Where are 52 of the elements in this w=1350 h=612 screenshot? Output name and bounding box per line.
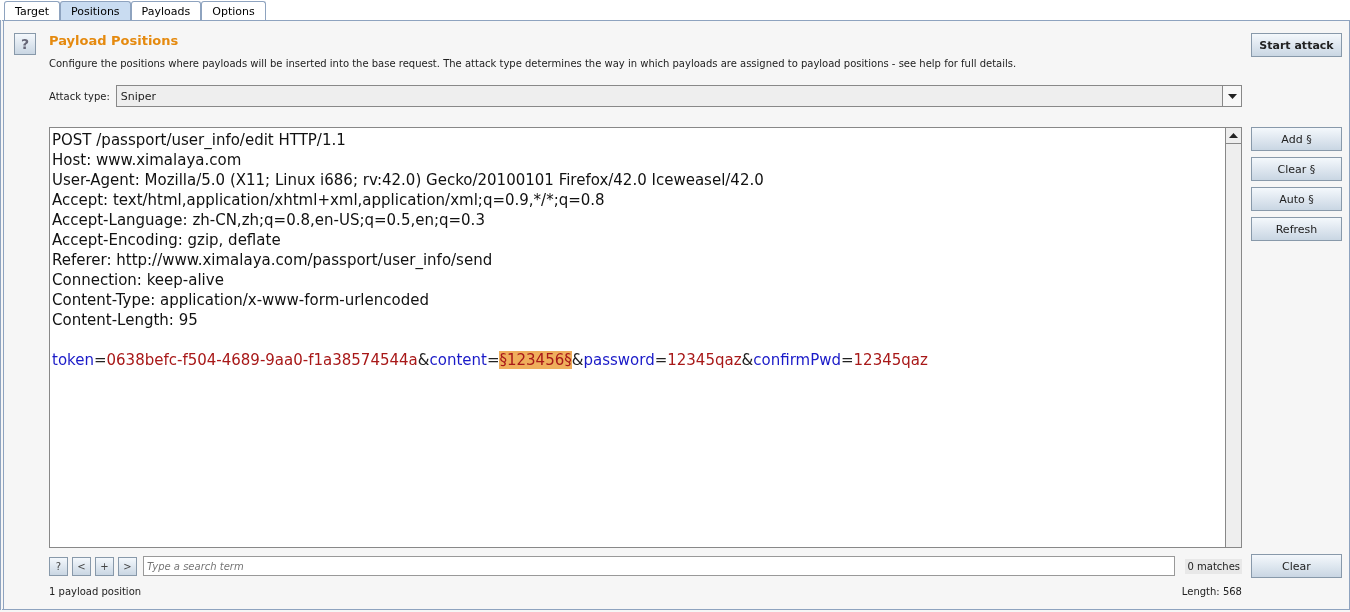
- side-button[interactable]: Auto §: [1251, 187, 1342, 211]
- request-line: POST /passport/user_info/edit HTTP/1.1: [52, 130, 346, 150]
- request-line: Referer: http://www.ximalaya.com/passport/user_info/send: [52, 250, 493, 270]
- start-attack-button[interactable]: Start attack: [1251, 33, 1342, 57]
- side-button[interactable]: Add §: [1251, 127, 1342, 151]
- request-line: Connection: keep-alive: [52, 270, 224, 290]
- request-line: User-Agent: Mozilla/5.0 (X11; Linux i686; rv:42.0) Gecko/20100101 Firefox/42.0 Iceweasel/42.0: [52, 170, 764, 190]
- scroll-up-icon: [1229, 133, 1238, 138]
- match-count: 0 matches: [1185, 558, 1242, 574]
- separator: &: [417, 351, 430, 369]
- search-nav-button[interactable]: >: [118, 556, 137, 576]
- param-name: token: [52, 351, 94, 369]
- description: Configure the positions where payloads will be inserted into the base request. The attack type determines the way in which payloads are assigned to payload positions - see help for full details.: [49, 58, 1018, 69]
- param-name: content: [429, 351, 487, 369]
- separator: &: [571, 351, 584, 369]
- search-nav-button[interactable]: <: [72, 556, 91, 576]
- request-line: Accept-Language: zh-CN,zh;q=0.8,en-US;q=0.5,en;q=0.3: [52, 210, 485, 230]
- separator: =: [93, 351, 107, 369]
- attack-type-dropdown[interactable]: Sniper: [115, 85, 1242, 107]
- request-line: Content-Type: application/x-www-form-urlencoded: [52, 290, 429, 310]
- tab[interactable]: Positions: [60, 1, 131, 20]
- length-label: Length: 568: [1181, 585, 1242, 597]
- param-value: 0638befc-f504-4689-9aa0-f1a38574544a: [106, 351, 418, 369]
- scrollbar[interactable]: [1225, 128, 1241, 547]
- separator: &: [741, 351, 754, 369]
- search-nav-button[interactable]: +: [95, 556, 114, 576]
- section-title: Payload Positions: [49, 33, 180, 48]
- search-field[interactable]: Type a search term: [143, 556, 1176, 576]
- separator: =: [486, 351, 500, 369]
- payload-marker: §123456§: [499, 351, 572, 369]
- request-line: Content-Length: 95: [52, 310, 198, 330]
- attack-type-label: Attack type:: [49, 90, 110, 102]
- side-button[interactable]: Refresh: [1251, 217, 1342, 241]
- clear-button[interactable]: Clear: [1251, 554, 1342, 578]
- request-line: Accept: text/html,application/xhtml+xml,application/xml;q=0.9,*/*;q=0.8: [52, 190, 605, 210]
- request-line: Host: www.ximalaya.com: [52, 150, 242, 170]
- search-nav-button[interactable]: ?: [49, 556, 68, 576]
- separator: =: [654, 351, 668, 369]
- dropdown-arrow-icon: [1227, 93, 1237, 99]
- side-button[interactable]: Clear §: [1251, 157, 1342, 181]
- param-name: confirmPwd: [753, 351, 841, 369]
- param-value: 12345qaz: [853, 351, 928, 369]
- request-line: Accept-Encoding: gzip, deflate: [52, 230, 281, 250]
- separator: =: [841, 351, 854, 369]
- payload-count: 1 payload position: [49, 585, 142, 597]
- param-name: password: [583, 351, 655, 369]
- tab[interactable]: Payloads: [130, 1, 202, 20]
- request-editor[interactable]: [49, 127, 1242, 548]
- tab[interactable]: Options: [201, 1, 266, 20]
- help-button[interactable]: ?: [14, 33, 36, 55]
- param-value: 12345qaz: [667, 351, 742, 369]
- tab[interactable]: Target: [4, 1, 61, 20]
